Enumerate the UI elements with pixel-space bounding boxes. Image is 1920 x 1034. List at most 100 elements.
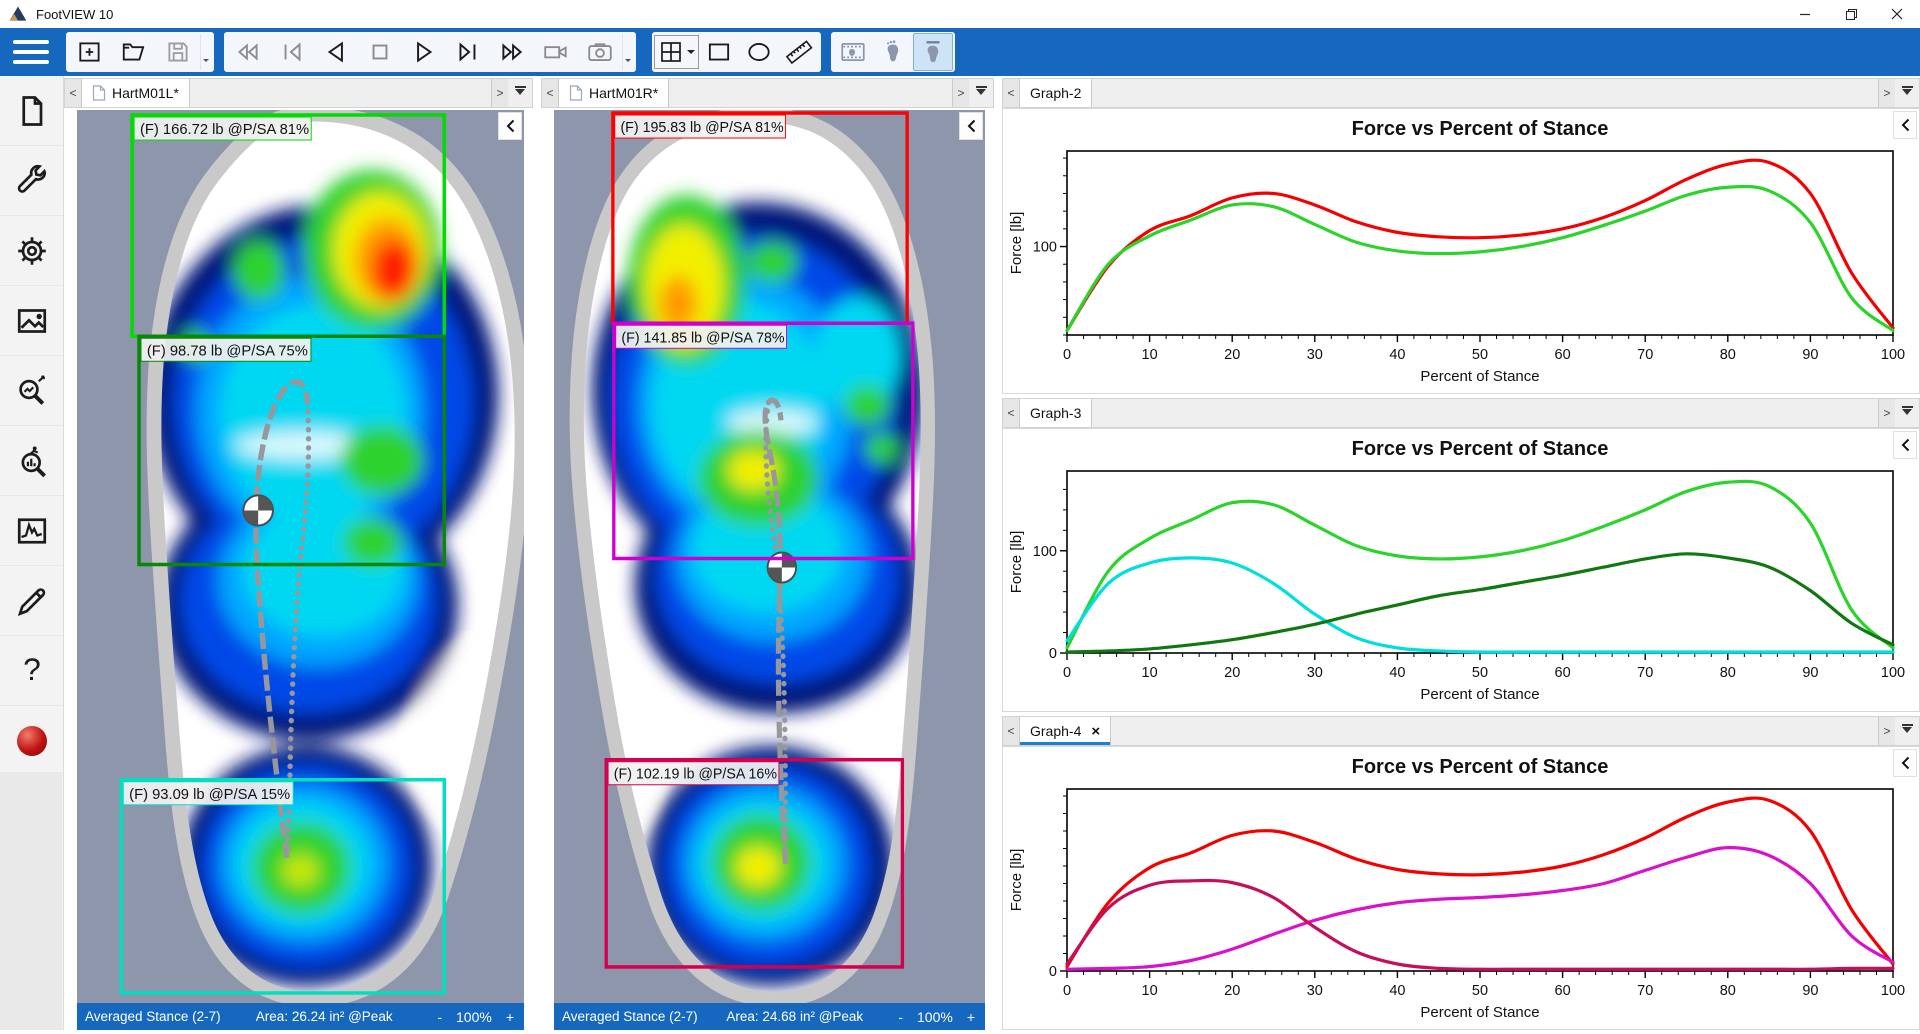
skip-to-start-button[interactable] <box>226 33 270 71</box>
collapse-panel-button[interactable] <box>1893 749 1917 777</box>
fast-forward-button[interactable] <box>490 33 534 71</box>
new-measurement-button[interactable] <box>68 33 112 71</box>
tab-scroll-right[interactable]: > <box>1878 399 1895 427</box>
tab-scroll-right[interactable]: > <box>952 79 969 107</box>
tab-list-dropdown[interactable] <box>969 79 993 107</box>
left-foot-view[interactable]: (F) 166.72 lb @P/SA 81%(F) 98.78 lb @P/S… <box>77 110 524 1003</box>
sidebar-item-record[interactable] <box>0 706 63 776</box>
document-icon <box>14 93 50 129</box>
stop-button[interactable] <box>358 33 402 71</box>
tab-scroll-left[interactable]: < <box>1003 399 1020 427</box>
save-file-button[interactable] <box>156 33 200 71</box>
tab-list-dropdown[interactable] <box>508 79 532 107</box>
zoom-in-button[interactable]: + <box>967 1009 975 1025</box>
area-label: Area: 26.24 in² @Peak <box>256 1009 393 1024</box>
grid-layout-button[interactable] <box>654 35 699 69</box>
ruler-tool-button[interactable] <box>779 33 819 71</box>
stance-label: Averaged Stance (2-7) <box>562 1009 698 1024</box>
open-file-button[interactable] <box>112 33 156 71</box>
region-label: (F) 195.83 lb @P/SA 81% <box>620 120 783 136</box>
rectangle-tool-button[interactable] <box>699 33 739 71</box>
tab-scroll-right[interactable]: > <box>1878 79 1895 107</box>
region-label: (F) 98.78 lb @P/SA 75% <box>147 343 308 359</box>
sidebar-item-gait-analysis[interactable] <box>0 426 63 496</box>
sidebar-item-help[interactable]: ? <box>0 636 63 706</box>
window-controls <box>1782 0 1920 28</box>
foot-view-button[interactable] <box>873 33 913 71</box>
sidebar-item-settings[interactable] <box>0 216 63 286</box>
playback-group-dropdown[interactable] <box>622 34 634 70</box>
chart-canvas-Graph-2: Force vs Percent of Stance01020304050607… <box>1003 109 1919 393</box>
play-backward-button[interactable] <box>314 33 358 71</box>
step-forward-button[interactable] <box>446 33 490 71</box>
tab-graph-4[interactable]: Graph-4 × <box>1020 717 1111 745</box>
foot-profile-view-icon <box>919 38 947 66</box>
collapse-panel-button[interactable] <box>959 112 983 140</box>
tabbar-spacer <box>190 79 491 107</box>
zoom-out-button[interactable]: - <box>898 1009 903 1025</box>
x-tick-label: 40 <box>1389 665 1405 681</box>
sidebar-item-graph-view[interactable] <box>0 496 63 566</box>
svg-text:?: ? <box>23 653 41 687</box>
movie-view-button[interactable] <box>833 33 873 71</box>
tab-scroll-left[interactable]: < <box>542 79 559 107</box>
minimize-icon <box>1799 8 1811 20</box>
ellipse-tool-button[interactable] <box>739 33 779 71</box>
x-tick-label: 40 <box>1389 347 1405 363</box>
tab-scroll-left[interactable]: < <box>1003 717 1020 745</box>
sidebar-item-new-document[interactable] <box>0 76 63 146</box>
tab-scroll-left[interactable]: < <box>1003 79 1020 107</box>
record-video-button[interactable] <box>534 33 578 71</box>
tab-list-dropdown[interactable] <box>1895 399 1919 427</box>
y-axis-label: Force [lb] <box>1008 531 1025 594</box>
foot-profile-view-button[interactable] <box>913 33 953 71</box>
play-forward-button[interactable] <box>402 33 446 71</box>
collapse-panel-button[interactable] <box>1893 431 1917 459</box>
restore-button[interactable] <box>1828 0 1874 28</box>
stance-label: Averaged Stance (2-7) <box>85 1009 221 1024</box>
series-right-foot-force <box>1067 160 1893 330</box>
collapse-panel-button[interactable] <box>1893 111 1917 139</box>
rectangle-tool-icon <box>705 38 733 66</box>
x-tick-label: 30 <box>1307 983 1323 999</box>
plot-border <box>1067 151 1893 335</box>
right-foot-view[interactable]: (F) 195.83 lb @P/SA 81%(F) 141.85 lb @P/… <box>554 110 985 1003</box>
tab-hartm01r[interactable]: HartM01R* <box>559 79 669 107</box>
tab-scroll-right[interactable]: > <box>491 79 508 107</box>
x-axis-label: Percent of Stance <box>1420 1004 1539 1021</box>
x-tick-label: 40 <box>1389 983 1405 999</box>
snapshot-button[interactable] <box>578 33 622 71</box>
step-backward-button[interactable] <box>270 33 314 71</box>
sidebar-item-tools[interactable] <box>0 146 63 216</box>
sidebar-item-zoom-analysis[interactable] <box>0 356 63 426</box>
zoom-in-button[interactable]: + <box>506 1009 514 1025</box>
left-foot-tabbar: < HartM01L* > <box>64 78 533 108</box>
tab-list-dropdown[interactable] <box>1895 79 1919 107</box>
series-left-midfoot-force <box>1067 554 1893 652</box>
graph-frame-icon <box>14 513 50 549</box>
left-foot-statusbar: Averaged Stance (2-7) Area: 26.24 in² @P… <box>77 1003 524 1030</box>
graph2-body: Force vs Percent of Stance01020304050607… <box>1002 108 1920 394</box>
tab-close-icon[interactable]: × <box>1091 723 1100 740</box>
x-tick-label: 30 <box>1307 665 1323 681</box>
ruler-tool-icon <box>785 38 813 66</box>
tab-list-dropdown[interactable] <box>1895 717 1919 745</box>
zoom-controls: - 100% + <box>437 1009 514 1025</box>
tab-scroll-left[interactable]: < <box>65 79 82 107</box>
tab-hartm01l[interactable]: HartM01L* <box>82 79 190 107</box>
title-bar: FootVIEW 10 <box>0 0 1920 28</box>
close-button[interactable] <box>1874 0 1920 28</box>
y-tick-label: 100 <box>1033 544 1057 560</box>
collapse-panel-button[interactable] <box>498 112 522 140</box>
tab-graph-3[interactable]: Graph-3 <box>1020 399 1092 427</box>
tab-scroll-right[interactable]: > <box>1878 717 1895 745</box>
tab-graph-2[interactable]: Graph-2 <box>1020 79 1092 107</box>
sidebar-item-image-view[interactable] <box>0 286 63 356</box>
tabbar-spacer <box>669 79 952 107</box>
zoom-out-button[interactable]: - <box>437 1009 442 1025</box>
menu-button[interactable] <box>0 28 62 76</box>
sidebar-item-annotate[interactable] <box>0 566 63 636</box>
file-group-dropdown[interactable] <box>200 34 212 70</box>
minimize-button[interactable] <box>1782 0 1828 28</box>
toolbar-group-views <box>831 32 955 72</box>
